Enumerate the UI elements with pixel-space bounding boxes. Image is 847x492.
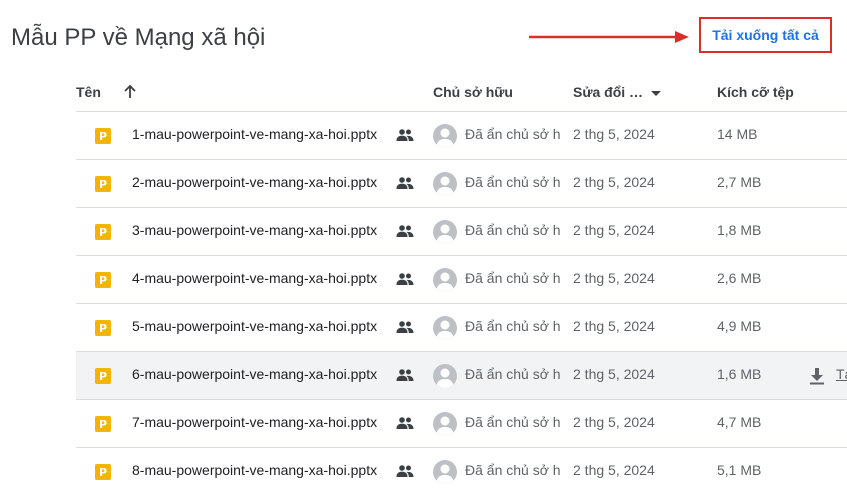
person-avatar-icon	[433, 220, 457, 244]
file-size: 4,9 MB	[717, 318, 762, 334]
modified-date: 2 thg 5, 2024	[573, 174, 655, 190]
download-icon[interactable]	[808, 367, 826, 385]
people-icon	[396, 273, 414, 285]
owner-name: Đã ẩn chủ sở hữu	[465, 126, 561, 142]
person-avatar-icon	[433, 412, 457, 436]
people-icon	[396, 177, 414, 189]
slides-file-icon: P	[95, 368, 111, 384]
people-icon	[396, 417, 414, 429]
person-avatar-icon	[433, 172, 457, 196]
column-header-name[interactable]: Tên	[76, 80, 101, 104]
slides-file-icon: P	[95, 464, 111, 480]
people-icon	[396, 369, 414, 381]
owner-name: Đã ẩn chủ sở hữu	[465, 414, 561, 430]
annotation-arrow	[529, 31, 689, 43]
file-row-4[interactable]: P 4-mau-powerpoint-ve-mang-xa-hoi.pptx Đ…	[76, 256, 847, 304]
column-header-modified[interactable]: Sửa đổi …	[573, 80, 662, 104]
owner-name: Đã ẩn chủ sở hữu	[465, 270, 561, 286]
slides-file-icon: P	[95, 416, 111, 432]
people-icon	[396, 465, 414, 477]
folder-title: Mẫu PP về Mạng xã hội	[11, 24, 266, 51]
owner-name: Đã ẩn chủ sở hữu	[465, 462, 561, 478]
file-size: 2,7 MB	[717, 174, 762, 190]
file-name[interactable]: 6-mau-powerpoint-ve-mang-xa-hoi.pptx	[132, 366, 386, 382]
file-name[interactable]: 8-mau-powerpoint-ve-mang-xa-hoi.pptx	[132, 462, 386, 478]
column-header-owner: Chủ sở hữu	[433, 84, 513, 100]
file-name[interactable]: 1-mau-powerpoint-ve-mang-xa-hoi.pptx	[132, 126, 386, 142]
column-header-size: Kích cỡ tệp	[717, 84, 794, 100]
slides-file-icon: P	[95, 272, 111, 288]
file-row-7[interactable]: P 7-mau-powerpoint-ve-mang-xa-hoi.pptx Đ…	[76, 400, 847, 448]
people-icon	[396, 321, 414, 333]
owner-name: Đã ẩn chủ sở hữu	[465, 366, 561, 382]
download-all-button[interactable]: Tải xuống tất cả	[703, 21, 828, 49]
arrow-up-icon[interactable]	[123, 84, 137, 100]
modified-date: 2 thg 5, 2024	[573, 222, 655, 238]
annotation-highlight-box: Tải xuống tất cả	[699, 17, 832, 53]
person-avatar-icon	[433, 364, 457, 388]
file-size: 5,1 MB	[717, 462, 762, 478]
person-avatar-icon	[433, 316, 457, 340]
file-name[interactable]: 5-mau-powerpoint-ve-mang-xa-hoi.pptx	[132, 318, 386, 334]
file-row-1[interactable]: P 1-mau-powerpoint-ve-mang-xa-hoi.pptx Đ…	[76, 112, 847, 160]
owner-name: Đã ẩn chủ sở hữu	[465, 222, 561, 238]
person-avatar-icon	[433, 268, 457, 292]
person-avatar-icon	[433, 124, 457, 148]
slides-file-icon: P	[95, 224, 111, 240]
file-row-8[interactable]: P 8-mau-powerpoint-ve-mang-xa-hoi.pptx Đ…	[76, 448, 847, 492]
slides-file-icon: P	[95, 128, 111, 144]
file-size: 1,6 MB	[717, 366, 762, 382]
file-size: 2,6 MB	[717, 270, 762, 286]
modified-date: 2 thg 5, 2024	[573, 270, 655, 286]
modified-date: 2 thg 5, 2024	[573, 318, 655, 334]
file-row-6[interactable]: P 6-mau-powerpoint-ve-mang-xa-hoi.pptx Đ…	[76, 352, 847, 400]
file-row-2[interactable]: P 2-mau-powerpoint-ve-mang-xa-hoi.pptx Đ…	[76, 160, 847, 208]
file-name[interactable]: 7-mau-powerpoint-ve-mang-xa-hoi.pptx	[132, 414, 386, 430]
file-name[interactable]: 2-mau-powerpoint-ve-mang-xa-hoi.pptx	[132, 174, 386, 190]
file-name[interactable]: 4-mau-powerpoint-ve-mang-xa-hoi.pptx	[132, 270, 386, 286]
modified-date: 2 thg 5, 2024	[573, 462, 655, 478]
file-row-5[interactable]: P 5-mau-powerpoint-ve-mang-xa-hoi.pptx Đ…	[76, 304, 847, 352]
modified-date: 2 thg 5, 2024	[573, 126, 655, 142]
row-download-label[interactable]: Tải xuống	[836, 366, 847, 382]
person-avatar-icon	[433, 460, 457, 484]
modified-date: 2 thg 5, 2024	[573, 366, 655, 382]
slides-file-icon: P	[95, 176, 111, 192]
file-size: 1,8 MB	[717, 222, 762, 238]
modified-date: 2 thg 5, 2024	[573, 414, 655, 430]
owner-name: Đã ẩn chủ sở hữu	[465, 174, 561, 190]
file-size: 14 MB	[717, 126, 758, 142]
file-row-3[interactable]: P 3-mau-powerpoint-ve-mang-xa-hoi.pptx Đ…	[76, 208, 847, 256]
people-icon	[396, 225, 414, 237]
file-size: 4,7 MB	[717, 414, 762, 430]
people-icon	[396, 129, 414, 141]
file-name[interactable]: 3-mau-powerpoint-ve-mang-xa-hoi.pptx	[132, 222, 386, 238]
owner-name: Đã ẩn chủ sở hữu	[465, 318, 561, 334]
sort-down-icon	[651, 90, 662, 96]
slides-file-icon: P	[95, 320, 111, 336]
